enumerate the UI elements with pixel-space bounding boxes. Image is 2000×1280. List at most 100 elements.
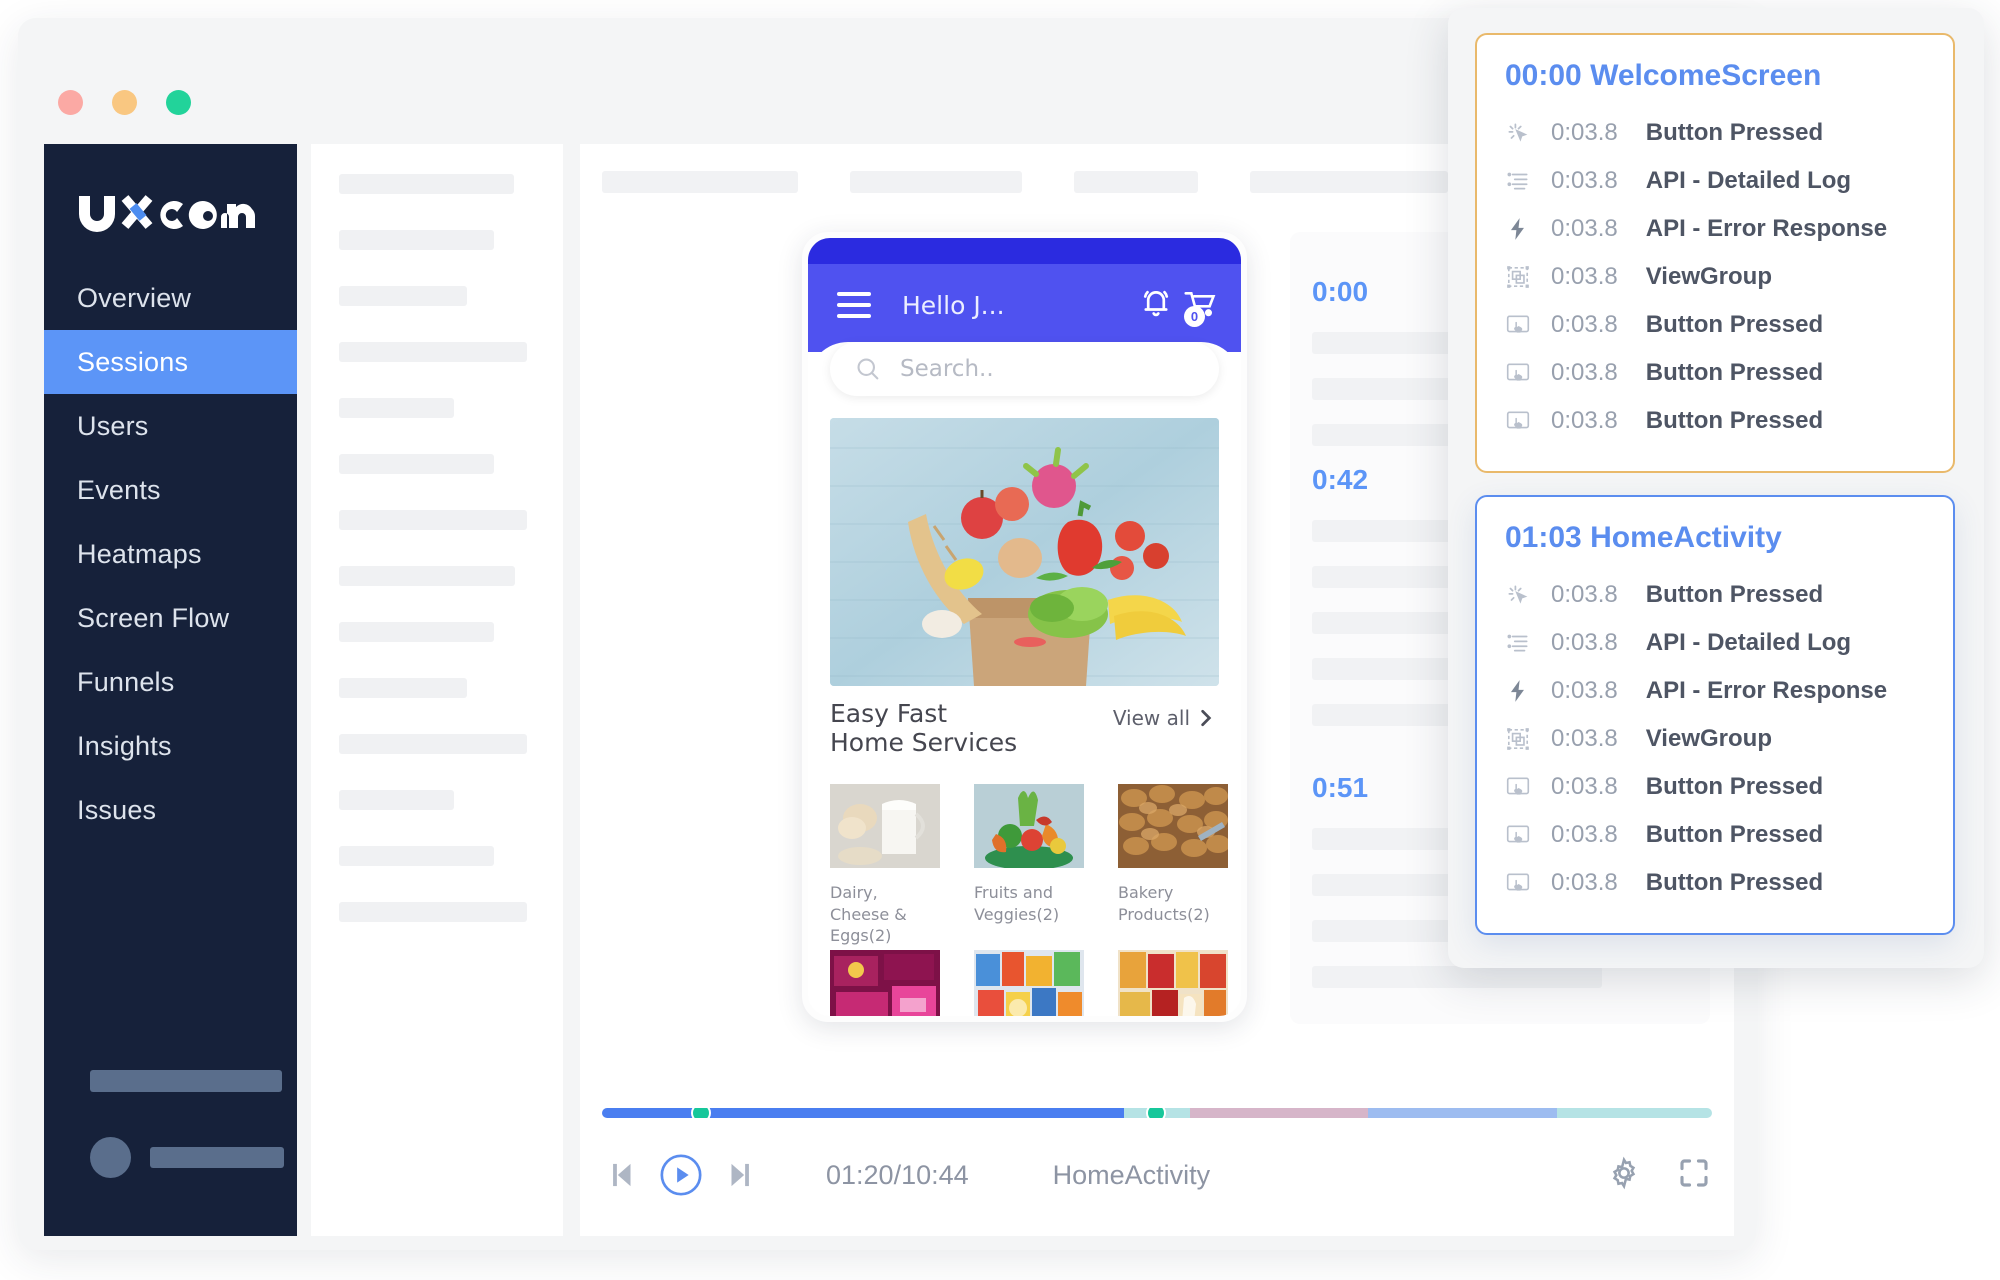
sidebar-item-funnels[interactable]: Funnels — [44, 650, 297, 714]
skip-previous-icon — [602, 1156, 640, 1194]
category-card[interactable] — [1118, 950, 1228, 1016]
event-time: 0:03.8 — [1551, 167, 1618, 195]
sidebar-item-screen-flow[interactable]: Screen Flow — [44, 586, 297, 650]
sidebar-item-insights[interactable]: Insights — [44, 714, 297, 778]
timeline-marker[interactable] — [691, 1108, 711, 1118]
skip-next-icon — [722, 1156, 760, 1194]
previous-button[interactable] — [602, 1156, 640, 1194]
sidebar-item-sessions[interactable]: Sessions — [44, 330, 297, 394]
cart-icon[interactable]: 0 — [1183, 286, 1219, 325]
event-row[interactable]: 0:03.8 Button Pressed — [1477, 763, 1953, 811]
event-label: Button Pressed — [1646, 869, 1823, 897]
next-button[interactable] — [722, 1156, 760, 1194]
search-input[interactable]: Search.. — [830, 342, 1219, 396]
sidebar-item-issues[interactable]: Issues — [44, 778, 297, 842]
event-row[interactable]: 0:03.8 ViewGroup — [1477, 253, 1953, 301]
filter-pill[interactable] — [850, 171, 1022, 193]
play-button[interactable] — [658, 1152, 704, 1198]
event-time: 0:03.8 — [1551, 677, 1618, 705]
minimize-window-button[interactable] — [112, 90, 137, 115]
event-label: Button Pressed — [1646, 407, 1823, 435]
filter-placeholder — [339, 286, 467, 306]
event-time: 0:03.8 — [1551, 311, 1618, 339]
timeline-seek-bar[interactable] — [602, 1108, 1712, 1118]
sidebar-item-label: Insights — [77, 731, 172, 762]
sidebar-item-label: Sessions — [77, 347, 188, 378]
event-label: API - Detailed Log — [1646, 629, 1851, 657]
category-image-packaged — [974, 950, 1084, 1016]
filter-pill[interactable] — [1074, 171, 1198, 193]
settings-button[interactable] — [1606, 1155, 1642, 1196]
event-time: 0:03.8 — [1551, 407, 1618, 435]
header-actions: 0 — [1139, 286, 1219, 325]
category-card[interactable] — [830, 950, 940, 1016]
filter-pill[interactable] — [602, 171, 798, 193]
category-grid-row2 — [830, 950, 1230, 1016]
category-card[interactable] — [974, 950, 1084, 1016]
event-row[interactable]: 0:03.8 API - Error Response — [1477, 667, 1953, 715]
sidebar-item-label: Users — [77, 411, 149, 442]
filter-placeholder — [339, 622, 494, 642]
filter-placeholder — [339, 902, 527, 922]
timeline-segment[interactable] — [1190, 1108, 1368, 1118]
event-row[interactable]: 0:03.8 Button Pressed — [1477, 811, 1953, 859]
filter-pill[interactable] — [1250, 171, 1448, 193]
category-label: Dairy, Cheese & Eggs(2) — [830, 882, 940, 947]
click-burst-icon — [1505, 120, 1531, 146]
hamburger-menu-icon[interactable] — [837, 292, 871, 325]
category-card[interactable]: Dairy, Cheese & Eggs(2) — [830, 784, 940, 947]
category-image-snacks — [830, 950, 940, 1016]
session-replay-phone[interactable]: Hello J... — [802, 232, 1247, 1022]
fullscreen-icon — [1676, 1155, 1712, 1191]
sidebar-item-heatmaps[interactable]: Heatmaps — [44, 522, 297, 586]
current-screen-name: HomeActivity — [1053, 1160, 1211, 1191]
sidebar: Overview Sessions Users Events Heatmaps … — [44, 144, 297, 1236]
event-row[interactable]: 0:03.8 API - Detailed Log — [1477, 157, 1953, 205]
sidebar-item-users[interactable]: Users — [44, 394, 297, 458]
event-label: Button Pressed — [1646, 119, 1823, 147]
sidebar-item-label: Overview — [77, 283, 191, 314]
event-card-screen: HomeActivity — [1590, 521, 1782, 554]
sidebar-item-overview[interactable]: Overview — [44, 266, 297, 330]
section-title-line2: Home Services — [830, 729, 1017, 758]
event-row[interactable]: 0:03.8 Button Pressed — [1477, 109, 1953, 157]
event-time: 0:03.8 — [1551, 215, 1618, 243]
timeline-segment[interactable] — [1557, 1108, 1712, 1118]
timeline-marker[interactable] — [1146, 1108, 1166, 1118]
event-card-screen: WelcomeScreen — [1590, 59, 1821, 92]
cart-count-badge: 0 — [1184, 306, 1205, 327]
event-card-homeactivity[interactable]: 01:03 HomeActivity 0:03.8 Button Pressed… — [1475, 495, 1955, 935]
timeline-segment[interactable] — [602, 1108, 1124, 1118]
category-label: Fruits and Veggies(2) — [974, 882, 1084, 925]
viewgroup-icon — [1505, 264, 1531, 290]
event-card-welcomescreen[interactable]: 00:00 WelcomeScreen 0:03.8 Button Presse… — [1475, 33, 1955, 473]
category-grid: Dairy, Cheese & Eggs(2) — [830, 784, 1230, 947]
app-header: Hello J... — [808, 264, 1241, 352]
view-all-link[interactable]: View all — [1113, 706, 1213, 730]
event-label: ViewGroup — [1646, 725, 1772, 753]
close-window-button[interactable] — [58, 90, 83, 115]
fullscreen-button[interactable] — [1676, 1155, 1712, 1196]
event-row[interactable]: 0:03.8 Button Pressed — [1477, 571, 1953, 619]
category-card[interactable]: Bakery Products(2) — [1118, 784, 1228, 947]
event-row[interactable]: 0:03.8 API - Error Response — [1477, 205, 1953, 253]
hero-banner-image — [830, 418, 1219, 686]
event-row[interactable]: 0:03.8 Button Pressed — [1477, 301, 1953, 349]
event-label: Button Pressed — [1646, 773, 1823, 801]
session-timestamp: 0:42 — [1312, 464, 1368, 496]
play-icon — [658, 1152, 704, 1198]
timeline-segment[interactable] — [1368, 1108, 1557, 1118]
event-row[interactable]: 0:03.8 Button Pressed — [1477, 349, 1953, 397]
bell-icon[interactable] — [1139, 286, 1173, 325]
event-row[interactable]: 0:03.8 Button Pressed — [1477, 859, 1953, 907]
window-controls — [58, 90, 191, 115]
event-card-header: 00:00 WelcomeScreen — [1477, 59, 1953, 93]
event-row[interactable]: 0:03.8 API - Detailed Log — [1477, 619, 1953, 667]
event-time: 0:03.8 — [1551, 119, 1618, 147]
sidebar-item-events[interactable]: Events — [44, 458, 297, 522]
sidebar-account-row[interactable] — [90, 1137, 297, 1178]
category-card[interactable]: Fruits and Veggies(2) — [974, 784, 1084, 947]
event-row[interactable]: 0:03.8 Button Pressed — [1477, 397, 1953, 445]
event-row[interactable]: 0:03.8 ViewGroup — [1477, 715, 1953, 763]
maximize-window-button[interactable] — [166, 90, 191, 115]
